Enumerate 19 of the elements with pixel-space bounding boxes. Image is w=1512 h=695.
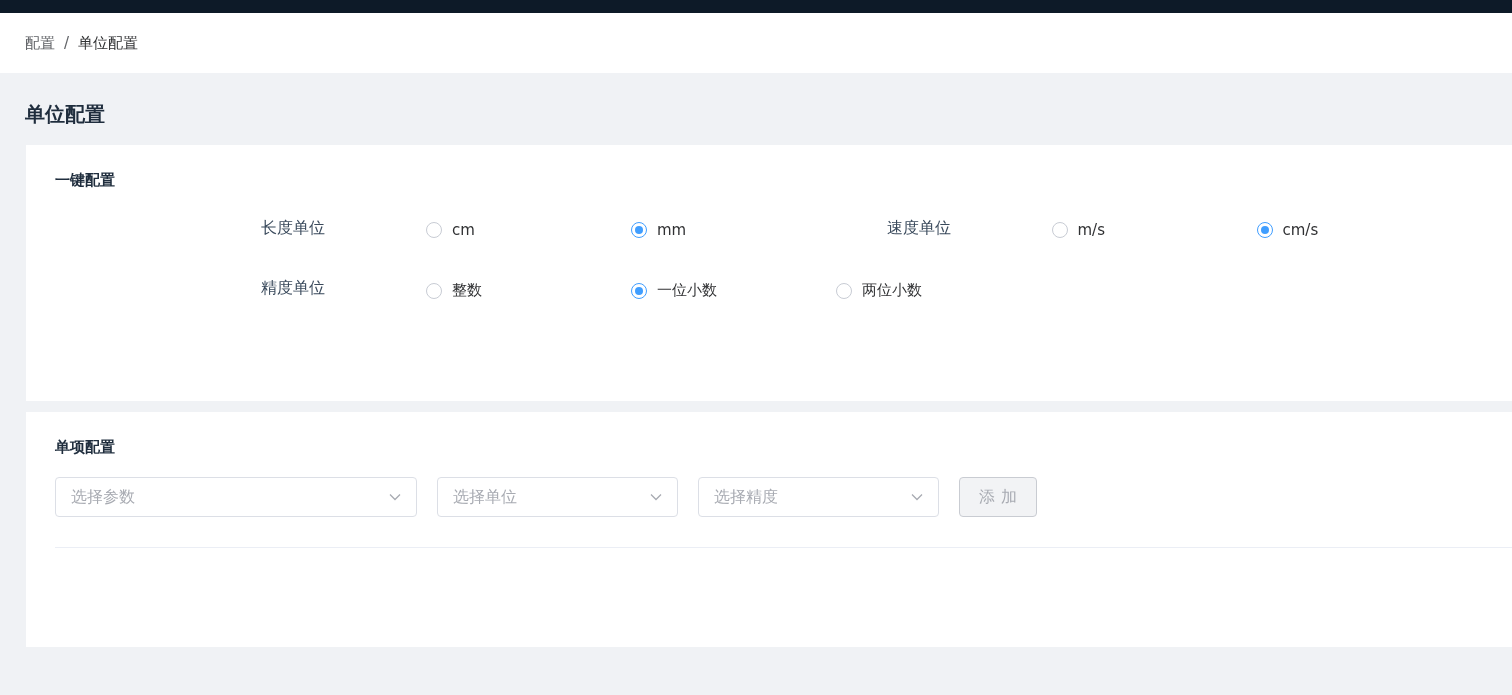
radio-option[interactable]: mm [631, 221, 836, 239]
section-title: 一键配置 [55, 171, 116, 191]
page-title: 单位配置 [25, 101, 106, 128]
breadcrumb-current: 单位配置 [78, 33, 139, 53]
radio-option[interactable]: cm [426, 221, 631, 239]
field-label: 速度单位 [886, 217, 952, 239]
chevron-down-icon [389, 493, 401, 501]
field-label: 长度单位 [261, 217, 326, 239]
radio-option[interactable]: cm/s [1256, 221, 1462, 239]
radio-option[interactable]: m/s [1051, 221, 1257, 239]
radio-option[interactable]: 两位小数 [836, 281, 1041, 300]
section-title: 单项配置 [55, 438, 116, 458]
radio-option[interactable]: 整数 [426, 281, 631, 300]
chevron-down-icon [911, 493, 923, 501]
breadcrumb-item[interactable]: / [64, 34, 70, 52]
radio-option[interactable]: 一位小数 [631, 281, 836, 300]
chevron-down-icon [650, 493, 662, 501]
field-label: 精度单位 [261, 277, 326, 299]
breadcrumb-item[interactable]: 配置 [25, 33, 55, 53]
